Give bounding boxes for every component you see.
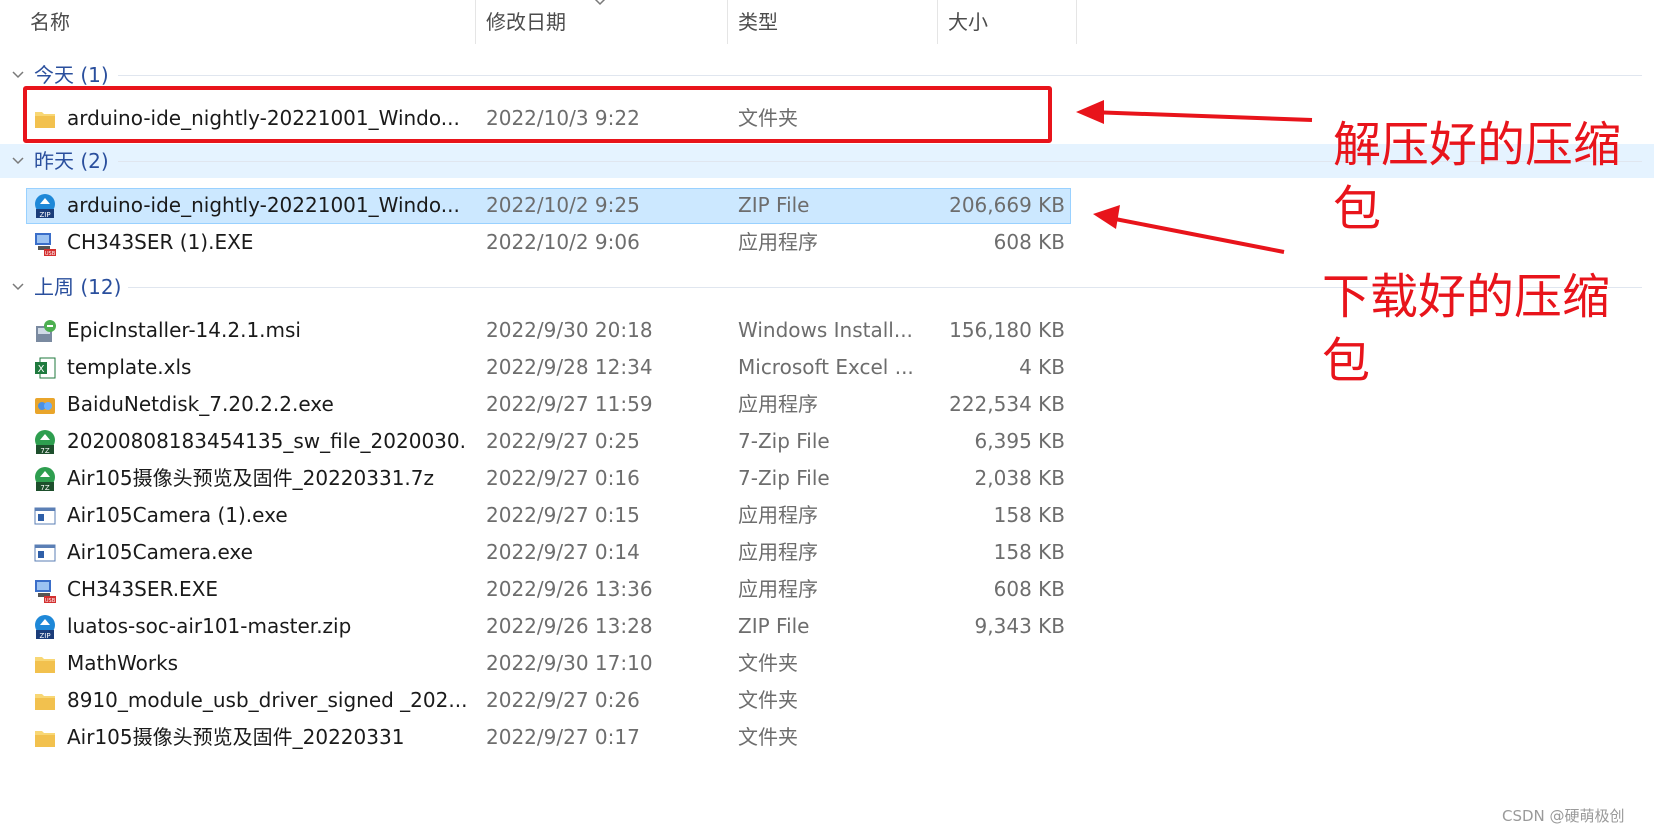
arrow-head-extracted	[1076, 100, 1104, 124]
annotation-downloaded-line2: 包	[1322, 333, 1371, 389]
arrow-line-extracted	[1089, 110, 1313, 122]
arrow-line-downloaded	[1109, 216, 1285, 254]
annotation-extracted-line2: 包	[1333, 181, 1382, 237]
annotation-extracted-line1: 解压好的压缩	[1333, 117, 1622, 173]
annotation-downloaded: 下载好的压缩 包	[1322, 265, 1622, 393]
annotation-downloaded-line1: 下载好的压缩	[1322, 269, 1611, 325]
watermark: CSDN @硬萌极创	[1502, 807, 1625, 825]
annotation-extracted: 解压好的压缩 包	[1333, 113, 1633, 241]
arrow-head-downloaded	[1093, 205, 1120, 229]
